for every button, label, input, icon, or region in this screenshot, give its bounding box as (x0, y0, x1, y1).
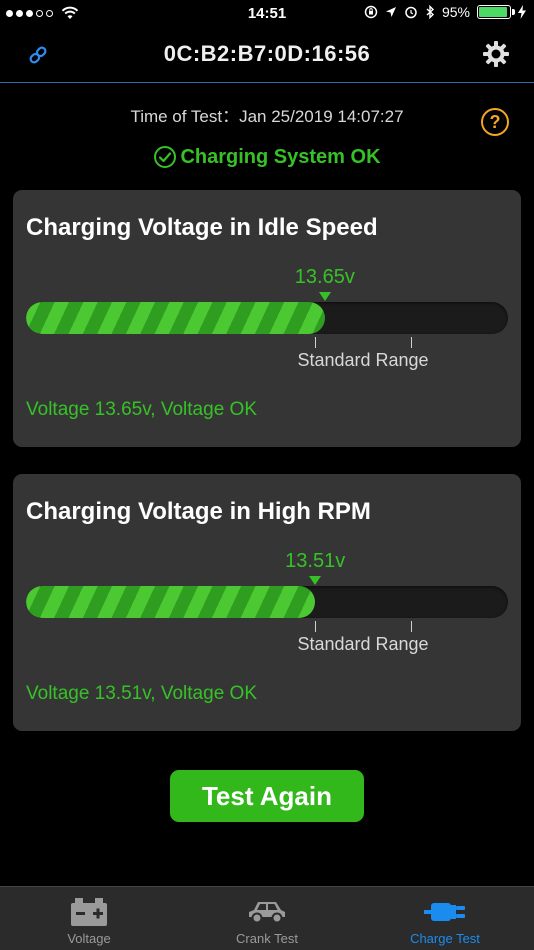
card-voltage-status: Voltage 13.65v, Voltage OK (26, 399, 257, 420)
standard-range-label: Standard Range (297, 350, 429, 370)
card-voltage-status: Voltage 13.51v, Voltage OK (26, 683, 257, 704)
gear-icon[interactable] (480, 38, 512, 70)
plug-icon (424, 903, 465, 921)
idle-speed-card: Charging Voltage in Idle Speed 13.65v St… (13, 190, 521, 447)
alarm-icon (405, 6, 417, 19)
tab-voltage[interactable]: Voltage (0, 887, 178, 950)
nav-bar: 0C:B2:B7:0D:16:56 (0, 28, 534, 83)
range-end-tick (411, 337, 412, 348)
battery-icon (477, 5, 515, 19)
tab-label: Charge Test (410, 931, 480, 946)
voltage-marker-label: 13.65v (294, 266, 355, 288)
status-right: 95% (364, 4, 526, 20)
battery-percent: 95% (441, 4, 470, 20)
tab-label: Crank Test (236, 931, 298, 946)
help-glyph: ? (489, 111, 501, 132)
time-of-test: Time of Test：Jan 25/2019 14:07:27 (0, 102, 534, 127)
voltage-marker-pointer (318, 292, 331, 301)
voltage-marker-pointer (309, 576, 322, 585)
check-circle-icon (154, 146, 177, 168)
range-start-tick (315, 337, 316, 348)
device-address-title: 0C:B2:B7:0D:16:56 (163, 41, 371, 66)
tab-charge-test[interactable]: Charge Test (356, 887, 534, 950)
card-title: Charging Voltage in Idle Speed (26, 214, 378, 241)
voltage-bar-fill (26, 302, 325, 334)
status-bar: 14:51 95% (0, 0, 534, 28)
time-of-test-value: Jan 25/2019 14:07:27 (239, 107, 404, 126)
voltage-bar-fill (26, 586, 316, 618)
charging-system-result: Charging System OK (180, 145, 381, 168)
location-icon (385, 7, 396, 17)
help-icon[interactable]: ? (481, 108, 509, 136)
high-rpm-card: Charging Voltage in High RPM 13.51v Stan… (13, 474, 521, 731)
test-again-button[interactable]: Test Again (170, 770, 364, 822)
tab-label: Voltage (67, 931, 111, 946)
voltage-bar (26, 586, 508, 618)
standard-range-label: Standard Range (297, 634, 429, 654)
charging-bolt-icon (518, 5, 526, 19)
time-of-test-label: Time of Test： (130, 107, 240, 126)
orientation-lock-icon (364, 5, 378, 19)
voltage-bar (26, 302, 508, 334)
tab-bar: Voltage Crank Test Charge Test (0, 886, 534, 950)
battery-icon (71, 898, 107, 926)
bluetooth-icon (426, 5, 434, 19)
range-end-tick (411, 621, 412, 632)
car-icon (249, 902, 285, 924)
charging-system-status: Charging System OK (0, 145, 534, 169)
voltage-marker-label: 13.51v (285, 550, 346, 572)
range-start-tick (315, 621, 316, 632)
tab-crank-test[interactable]: Crank Test (178, 887, 356, 950)
card-title: Charging Voltage in High RPM (26, 498, 371, 525)
